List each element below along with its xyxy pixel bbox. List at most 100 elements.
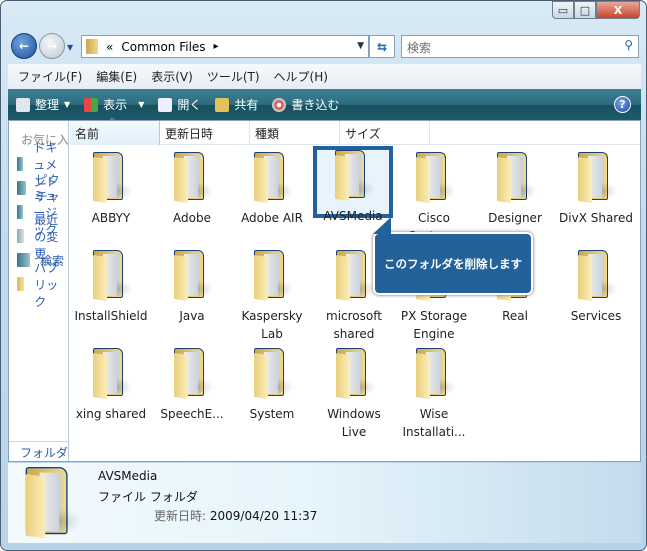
folder-item[interactable]: DivX Shared <box>556 148 636 227</box>
recent-pages-dropdown[interactable]: ▼ <box>67 43 73 52</box>
folder-label: xing shared <box>75 407 147 421</box>
menu-file[interactable]: ファイル(F) <box>18 68 82 85</box>
view-button[interactable]: 表示 ▼ <box>84 96 144 113</box>
folder-icon <box>574 152 618 203</box>
column-size[interactable]: サイズ <box>340 121 430 145</box>
help-icon[interactable]: ? <box>614 96 631 113</box>
folder-label: DivX Shared <box>559 211 633 225</box>
folder-item[interactable]: Cisco Systems <box>394 148 474 245</box>
folder-label: Wise Installati... <box>402 407 466 439</box>
menu-help[interactable]: ヘルプ(H) <box>274 68 328 85</box>
folder-item[interactable]: Designer <box>475 148 555 227</box>
details-modified-value: 2009/04/20 11:37 <box>209 509 318 523</box>
search-input[interactable]: 検索 ⚲ <box>401 35 639 58</box>
details-pane: AVSMedia ファイル フォルダ 更新日時: 2009/04/20 11:3… <box>8 463 641 543</box>
nav-link-documents[interactable]: ドキュメント <box>17 141 68 189</box>
refresh-button[interactable]: ⇆ <box>369 35 395 58</box>
folders-toggle[interactable]: フォルダ <box>9 441 68 461</box>
breadcrumb-chevron-icon[interactable]: ▸ <box>214 41 219 52</box>
folder-label: Designer <box>488 211 542 225</box>
share-icon <box>215 97 230 112</box>
menu-edit[interactable]: 編集(E) <box>96 68 137 85</box>
folder-icon <box>412 348 456 399</box>
open-label: 開く <box>177 98 202 112</box>
breadcrumb-overflow[interactable]: « <box>106 40 113 54</box>
navigation-pane: お気に入りリンク ドキュメント ピクチャ ミュージック 最近の変更 検索 パブリ… <box>9 121 69 461</box>
details-name: AVSMedia <box>98 469 158 483</box>
folder-item[interactable]: Adobe <box>152 148 232 227</box>
window-controls: ▭ □ X <box>552 1 640 19</box>
folder-label: PX Storage Engine <box>400 309 468 341</box>
column-headers: 名前 更新日時 種類 サイズ <box>70 117 640 145</box>
details-modified-label: 更新日時: <box>154 509 207 523</box>
folder-item[interactable]: InstallShield <box>71 246 151 325</box>
folder-icon <box>20 467 82 539</box>
folder-icon <box>331 150 375 201</box>
folder-label: Services <box>570 309 622 323</box>
folder-item[interactable]: System <box>232 344 312 423</box>
folder-item[interactable]: xing shared <box>71 344 151 423</box>
folder-item[interactable]: SpeechE... <box>152 344 232 423</box>
folder-item[interactable]: Wise Installati... <box>394 344 474 441</box>
folder-icon <box>170 152 214 203</box>
folder-item[interactable]: Java <box>152 246 232 325</box>
disc-icon <box>272 97 287 112</box>
folder-icon <box>89 348 133 399</box>
folder-label: Adobe AIR <box>241 211 303 225</box>
share-button[interactable]: 共有 <box>215 96 258 113</box>
address-bar[interactable]: « Common Files ▸ ▼ <box>81 35 369 58</box>
details-type: ファイル フォルダ <box>98 490 198 504</box>
open-button[interactable]: 開く <box>158 96 201 113</box>
pictures-icon <box>17 181 26 195</box>
forward-button[interactable]: → <box>39 33 65 59</box>
breadcrumb-common-files[interactable]: Common Files <box>121 40 205 54</box>
command-bar: 整理 ▼ 表示 ▼ 開く 共有 書き込む ? <box>8 89 641 120</box>
menu-view[interactable]: 表示(V) <box>151 68 193 85</box>
folder-item[interactable]: Windows Live <box>314 344 394 441</box>
open-icon <box>158 97 173 112</box>
back-button[interactable]: ← <box>11 33 37 59</box>
folder-item[interactable]: Kaspersky Lab <box>232 246 312 343</box>
search-placeholder: 検索 <box>407 41 432 55</box>
burn-label: 書き込む <box>291 98 340 112</box>
folder-label: ABBYY <box>91 211 131 225</box>
folder-item[interactable]: ABBYY <box>71 148 151 227</box>
folder-icon <box>250 152 294 203</box>
folder-icon <box>574 250 618 301</box>
column-type[interactable]: 種類 <box>250 121 340 145</box>
column-date-modified[interactable]: 更新日時 <box>160 121 250 145</box>
folder-item[interactable]: Adobe AIR <box>232 148 312 227</box>
folder-label: SpeechE... <box>160 407 224 421</box>
folder-label: Real <box>502 309 528 323</box>
folder-icon <box>250 250 294 301</box>
folder-label: Windows Live <box>327 407 381 439</box>
folder-item[interactable]: Services <box>556 246 636 325</box>
music-icon <box>17 205 24 219</box>
nav-link-recent[interactable]: 最近の変更 <box>17 213 68 261</box>
folder-icon <box>250 348 294 399</box>
folder-icon <box>170 348 214 399</box>
folder-icon <box>493 152 537 203</box>
share-label: 共有 <box>234 98 259 112</box>
minimize-button[interactable]: ▭ <box>552 1 574 19</box>
folder-icon <box>86 39 98 54</box>
explorer-window: ▭ □ X ← → ▼ « Common Files ▸ ▼ ⇆ 検索 ⚲ ファイ… <box>0 0 647 551</box>
folder-icon <box>412 152 456 203</box>
menu-tools[interactable]: ツール(T) <box>207 68 260 85</box>
maximize-button[interactable]: □ <box>574 1 596 19</box>
column-name[interactable]: 名前 <box>70 117 160 145</box>
content-area: お気に入りリンク ドキュメント ピクチャ ミュージック 最近の変更 検索 パブリ… <box>8 117 641 462</box>
address-dropdown-icon[interactable]: ▼ <box>357 41 364 51</box>
folder-label: Adobe <box>173 211 211 225</box>
menu-bar: ファイル(F) 編集(E) 表示(V) ツール(T) ヘルプ(H) <box>8 64 641 89</box>
nav-link-public[interactable]: パブリック <box>17 261 68 309</box>
folder-label: System <box>249 407 295 421</box>
folder-item[interactable]: AVSMedia <box>313 146 393 223</box>
searches-icon <box>17 253 30 267</box>
search-icon[interactable]: ⚲ <box>624 38 633 52</box>
folder-icon <box>170 250 214 301</box>
close-button[interactable]: X <box>596 1 640 19</box>
burn-button[interactable]: 書き込む <box>272 96 339 113</box>
folder-label: Kaspersky Lab <box>241 309 303 341</box>
organize-button[interactable]: 整理 ▼ <box>16 96 70 113</box>
